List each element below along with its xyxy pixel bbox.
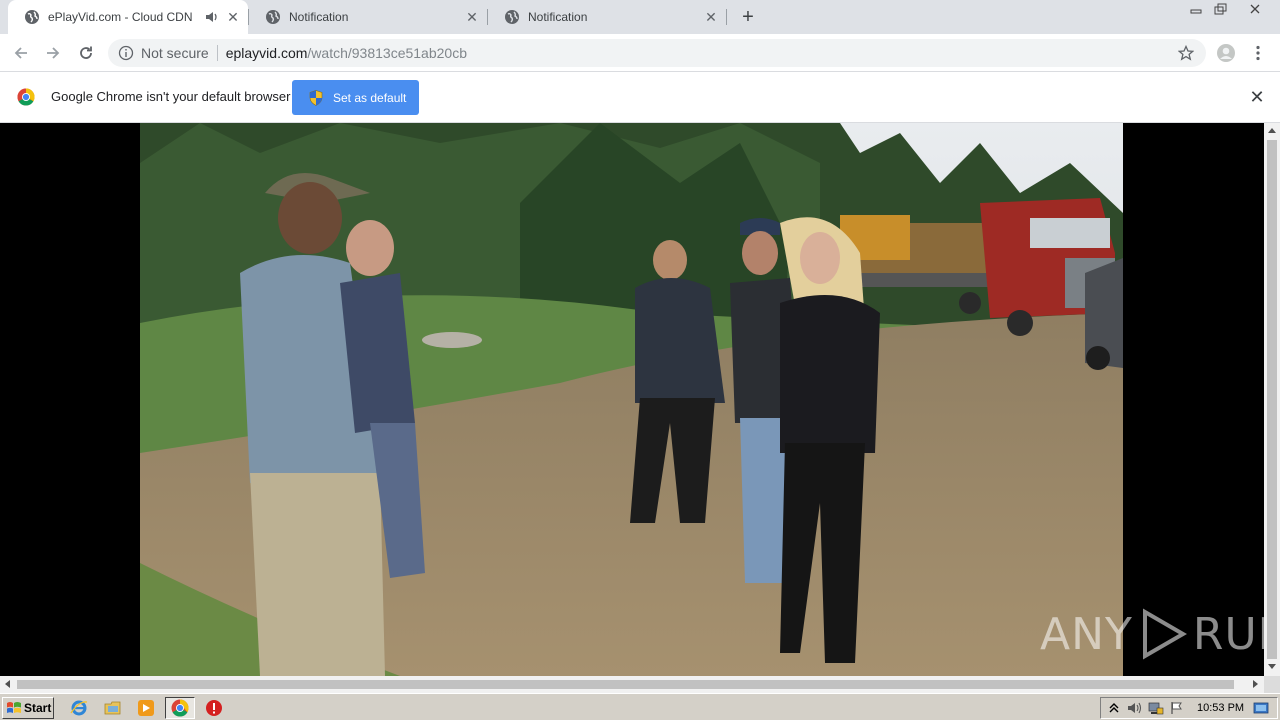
taskbar-clock[interactable]: 10:53 PM bbox=[1197, 702, 1244, 714]
tab-separator bbox=[726, 9, 727, 25]
media-player-icon[interactable] bbox=[136, 698, 156, 718]
url-host: eplayvid.com bbox=[225, 45, 308, 61]
show-hidden-icons-icon[interactable] bbox=[1106, 700, 1122, 716]
set-as-default-button[interactable]: Set as default bbox=[292, 80, 419, 115]
tab-title: Notification bbox=[289, 10, 349, 24]
tab-eplayvid[interactable]: ePlayVid.com - Cloud CDN ✕ bbox=[8, 0, 248, 34]
forward-button[interactable] bbox=[40, 40, 66, 66]
video-player[interactable] bbox=[140, 123, 1123, 676]
anyrun-watermark: ANY RUN bbox=[1040, 606, 1280, 662]
divider bbox=[216, 45, 218, 61]
volume-icon[interactable] bbox=[1127, 700, 1143, 716]
network-icon[interactable] bbox=[1148, 700, 1164, 716]
infobar-message: Google Chrome isn't your default browser bbox=[51, 89, 291, 104]
scroll-left-icon[interactable] bbox=[5, 680, 10, 688]
speaker-icon[interactable] bbox=[204, 9, 220, 25]
chrome-icon bbox=[171, 699, 189, 717]
infobar-close-icon[interactable]: ✕ bbox=[1248, 87, 1266, 107]
stop-sign-icon[interactable] bbox=[204, 698, 224, 718]
page-content bbox=[0, 123, 1264, 676]
chrome-logo-icon bbox=[17, 88, 35, 106]
new-tab-button[interactable]: + bbox=[737, 6, 759, 28]
restore-icon[interactable] bbox=[1208, 1, 1234, 17]
scroll-right-icon[interactable] bbox=[1253, 680, 1258, 688]
scrollbar-thumb[interactable] bbox=[17, 680, 1234, 689]
video-frame bbox=[140, 123, 1123, 676]
tab-title: Notification bbox=[528, 10, 588, 24]
globe-icon bbox=[504, 9, 520, 25]
show-desktop-icon[interactable] bbox=[1253, 700, 1269, 716]
start-button[interactable]: Start bbox=[2, 697, 54, 719]
tab-close-icon[interactable]: ✕ bbox=[224, 8, 242, 26]
back-button[interactable] bbox=[8, 40, 34, 66]
profile-avatar[interactable] bbox=[1213, 40, 1239, 66]
forward-arrow-icon bbox=[47, 47, 60, 59]
ie-icon[interactable] bbox=[69, 698, 89, 718]
play-logo-icon bbox=[1142, 608, 1187, 660]
windows-flag-icon bbox=[7, 702, 21, 713]
start-label: Start bbox=[24, 701, 52, 715]
scrollbar-thumb[interactable] bbox=[1267, 140, 1277, 659]
globe-icon bbox=[24, 9, 40, 25]
reload-button[interactable] bbox=[73, 40, 99, 66]
tab-close-icon[interactable]: ✕ bbox=[702, 8, 720, 26]
security-label: Not secure bbox=[141, 45, 209, 61]
back-arrow-icon bbox=[14, 47, 27, 59]
tab-notification-1[interactable]: Notification ✕ bbox=[249, 0, 487, 34]
tab-strip: ePlayVid.com - Cloud CDN ✕ Notification … bbox=[0, 0, 1280, 34]
more-vert-icon bbox=[1256, 45, 1260, 61]
windows-taskbar: Start 10:53 PM bbox=[0, 693, 1280, 720]
action-center-flag-icon[interactable] bbox=[1169, 700, 1185, 716]
horizontal-scrollbar[interactable] bbox=[0, 676, 1264, 693]
set-as-default-label: Set as default bbox=[333, 90, 407, 105]
scroll-up-icon[interactable] bbox=[1268, 128, 1276, 133]
watermark-left: ANY bbox=[1040, 608, 1133, 660]
minimize-icon[interactable] bbox=[1183, 1, 1209, 17]
chrome-taskbar-button[interactable] bbox=[165, 697, 195, 719]
screen: ePlayVid.com - Cloud CDN ✕ Notification … bbox=[0, 0, 1280, 720]
system-tray: 10:53 PM bbox=[1100, 697, 1278, 719]
info-icon[interactable] bbox=[118, 45, 134, 61]
globe-icon bbox=[265, 9, 281, 25]
default-browser-infobar: Google Chrome isn't your default browser… bbox=[0, 71, 1280, 123]
tab-close-icon[interactable]: ✕ bbox=[463, 8, 481, 26]
tab-title: ePlayVid.com - Cloud CDN bbox=[48, 10, 193, 24]
vertical-scrollbar[interactable] bbox=[1264, 123, 1280, 676]
window-close-icon[interactable] bbox=[1242, 1, 1268, 17]
tab-notification-2[interactable]: Notification ✕ bbox=[488, 0, 726, 34]
browser-toolbar: Not secure eplayvid.com/watch/93813ce51a… bbox=[0, 34, 1280, 71]
account-icon bbox=[1217, 44, 1235, 62]
folder-icon[interactable] bbox=[103, 698, 123, 718]
scrollbar-corner bbox=[1264, 676, 1280, 693]
address-bar[interactable]: Not secure eplayvid.com/watch/93813ce51a… bbox=[108, 39, 1206, 67]
bookmark-star-icon[interactable] bbox=[1178, 45, 1194, 61]
uac-shield-icon bbox=[309, 89, 323, 106]
reload-icon bbox=[80, 46, 92, 59]
menu-button[interactable] bbox=[1245, 40, 1271, 66]
url-path: /watch/93813ce51ab20cb bbox=[307, 45, 467, 61]
scroll-down-icon[interactable] bbox=[1268, 664, 1276, 669]
